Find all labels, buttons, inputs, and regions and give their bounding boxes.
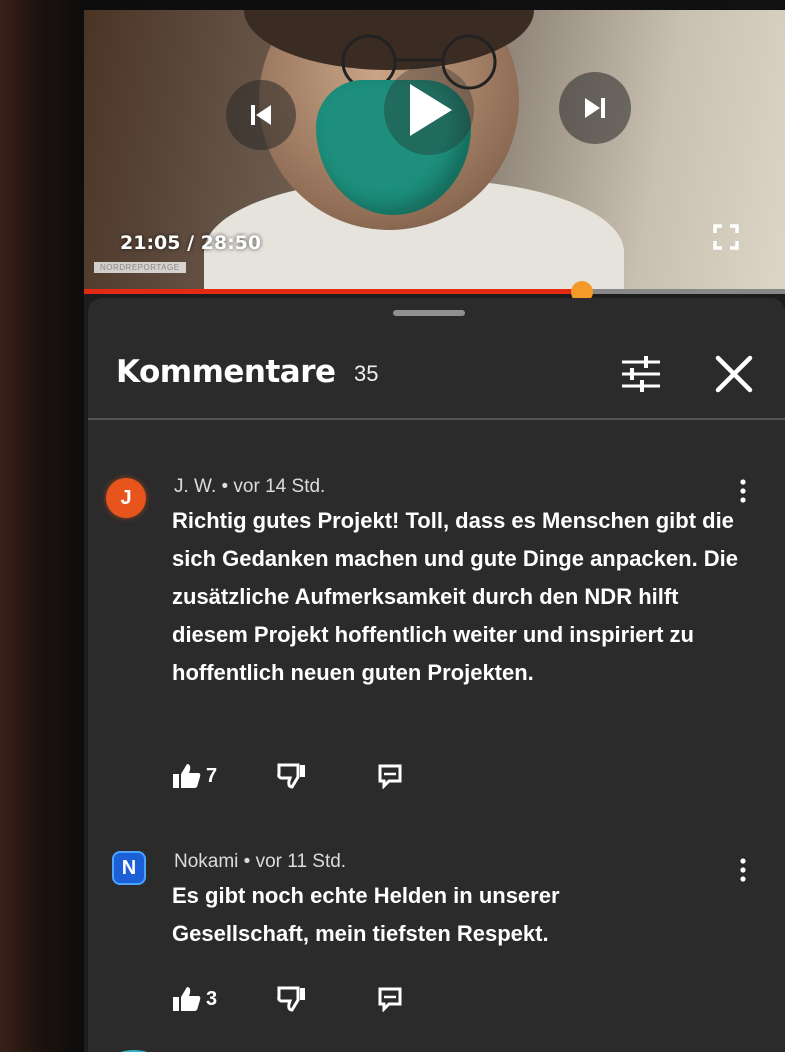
reply-icon xyxy=(378,764,402,789)
previous-button[interactable] xyxy=(226,80,296,150)
next-icon xyxy=(585,98,605,118)
drag-handle[interactable] xyxy=(393,310,465,316)
video-progress-fill xyxy=(84,289,582,294)
like-button[interactable]: 7 xyxy=(172,758,217,794)
reply-icon xyxy=(378,987,402,1012)
comment-text: Es gibt noch echte Helden in unserer Ges… xyxy=(172,883,560,946)
reply-button[interactable] xyxy=(377,981,403,1017)
comments-count: 35 xyxy=(354,361,379,386)
phone-screen: 21:05 / 28:50 NORDREPORTAGE Kommentare 3… xyxy=(84,10,785,1052)
play-button[interactable] xyxy=(384,65,474,155)
filter-sliders-icon[interactable] xyxy=(618,354,664,394)
reply-button[interactable] xyxy=(377,758,403,794)
video-time: 21:05 / 28:50 xyxy=(120,232,262,254)
next-button[interactable] xyxy=(559,72,631,144)
comments-panel: Kommentare 35 J J. W. • vor 14 Std. Rich… xyxy=(88,298,785,1052)
comment-actions: 3 xyxy=(172,981,432,1017)
avatar[interactable]: J xyxy=(106,478,146,518)
avatar[interactable]: N xyxy=(112,851,146,885)
like-button[interactable]: 3 xyxy=(172,981,217,1017)
comment-meta[interactable]: Nokami • vor 11 Std. xyxy=(174,851,346,873)
video-player[interactable]: 21:05 / 28:50 NORDREPORTAGE xyxy=(84,10,785,292)
comment-actions: 7 xyxy=(172,758,432,794)
play-icon xyxy=(410,84,452,136)
thumbs-up-icon xyxy=(173,987,201,1011)
comment-text: Richtig gutes Projekt! Toll, dass es Men… xyxy=(172,508,739,685)
like-count: 3 xyxy=(206,987,218,1010)
thumbs-down-icon xyxy=(277,986,305,1012)
thumbs-up-icon xyxy=(173,764,201,788)
panel-divider xyxy=(88,418,785,420)
close-icon[interactable] xyxy=(710,350,758,398)
avatar-letter: N xyxy=(121,856,137,879)
like-count: 7 xyxy=(206,764,218,787)
video-progress-bar[interactable] xyxy=(84,281,785,303)
avatar-letter: J xyxy=(120,486,132,509)
thumbs-down-icon xyxy=(277,763,305,789)
channel-watermark: NORDREPORTAGE xyxy=(94,262,186,273)
more-options-icon[interactable] xyxy=(736,857,750,883)
previous-icon xyxy=(251,105,271,125)
fullscreen-icon[interactable] xyxy=(711,222,741,252)
dislike-button[interactable] xyxy=(277,758,307,794)
comments-title: Kommentare xyxy=(116,354,336,390)
more-options-icon[interactable] xyxy=(736,478,750,504)
dislike-button[interactable] xyxy=(277,981,307,1017)
comment-meta[interactable]: J. W. • vor 14 Std. xyxy=(174,476,325,498)
